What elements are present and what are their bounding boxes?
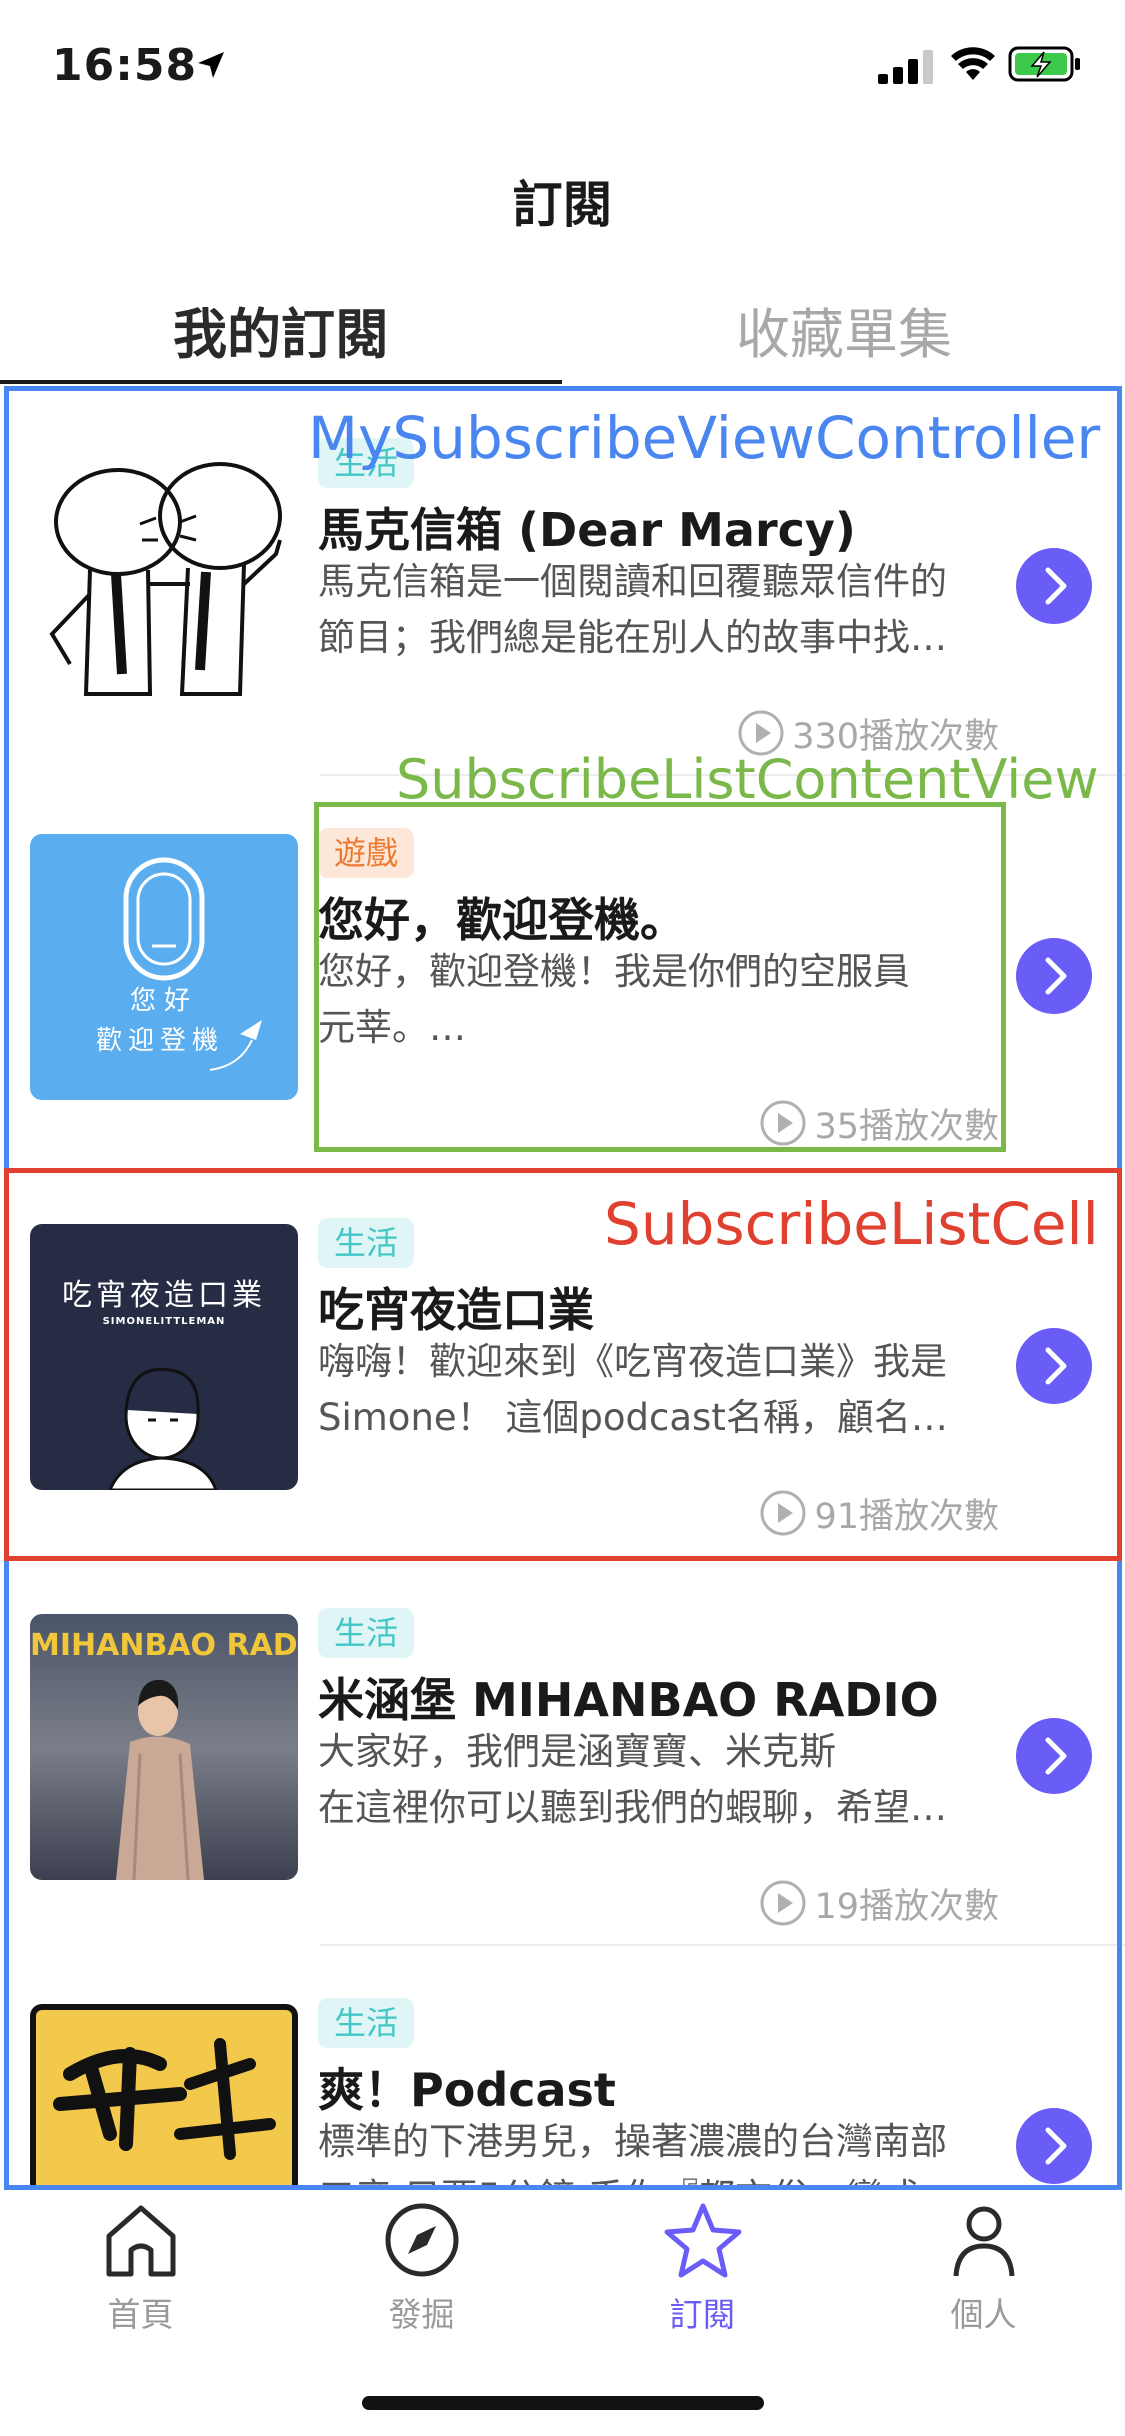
list-item[interactable]: MIHANBAO RADIO 生活 米涵堡 MIHANBAO RADIO 大家好…	[0, 1556, 1125, 1946]
podcast-title: 吃宵夜造口業	[318, 1283, 594, 1337]
category-badge: 生活	[318, 1218, 415, 1268]
cover-text: 歡迎登機	[95, 1026, 224, 1056]
tab-indicator	[0, 380, 562, 384]
category-badge: 遊戲	[318, 828, 415, 878]
play-count: 35播放次數	[758, 1098, 999, 1148]
description-line: Simone！ 這個podcast名稱，顧名…	[318, 1396, 948, 1439]
view-controller-label: MySubscribeViewController	[308, 404, 1101, 472]
tab-label: 發掘	[388, 2295, 455, 2334]
open-podcast-button[interactable]	[1016, 1718, 1092, 1794]
open-podcast-button[interactable]	[1016, 938, 1092, 1014]
podcast-cover: 吃宵夜造口業 SIMONELITTLEMAN	[30, 1224, 298, 1490]
play-icon	[760, 1880, 806, 1926]
podcast-cover	[30, 444, 298, 710]
status-bar: 16:58	[0, 0, 1125, 140]
description-line: 您好，歡迎登機！我是你們的空服員	[318, 950, 910, 993]
play-count: 91播放次數	[758, 1488, 999, 1538]
podcast-description: 您好，歡迎登機！我是你們的空服員 元莘。…	[318, 944, 990, 1056]
home-indicator	[362, 2396, 764, 2410]
open-podcast-button[interactable]	[1016, 548, 1092, 624]
content-view-label: SubscribeListContentView	[396, 748, 1099, 811]
category-badge: 生活	[318, 1998, 415, 2048]
description-line: 元莘。…	[318, 1006, 466, 1049]
home-icon	[106, 2205, 175, 2277]
podcast-title: 您好，歡迎登機。	[318, 893, 686, 947]
podcast-title: 爽！Podcast	[318, 2063, 616, 2117]
podcast-cover: 您好 歡迎登機	[30, 834, 298, 1100]
podcast-title: 米涵堡 MIHANBAO RADIO	[318, 1673, 939, 1727]
podcast-description: 標準的下港男兒，操著濃濃的台灣南部 口音 只要5分鐘 乎你『都市俗』變成	[318, 2114, 990, 2190]
compass-icon	[385, 2203, 458, 2277]
chevron-right-icon	[1045, 2127, 1067, 2165]
description-line: 節目；我們總是能在別人的故事中找…	[318, 616, 947, 659]
tab-label: 訂閱	[669, 2295, 736, 2334]
description-line: 在這裡你可以聽到我們的蝦聊，希望…	[318, 1786, 947, 1829]
podcast-title: 馬克信箱 (Dear Marcy)	[318, 503, 856, 557]
chevron-right-icon	[1045, 567, 1067, 605]
tab-label: 首頁	[107, 2295, 174, 2334]
play-icon	[760, 1100, 806, 1146]
list-cell-label: SubscribeListCell	[604, 1190, 1099, 1258]
location-arrow-icon	[198, 52, 224, 78]
open-podcast-button[interactable]	[1016, 2108, 1092, 2184]
description-line: 嗨嗨！歡迎來到《吃宵夜造口業》我是	[318, 1340, 947, 1383]
tab-my-subscriptions[interactable]: 我的訂閱	[0, 290, 562, 369]
play-count-text: 35播放次數	[814, 1106, 999, 1147]
person-icon	[953, 2206, 1014, 2277]
description-line: 標準的下港男兒，操著濃濃的台灣南部	[318, 2120, 947, 2163]
description-line: 大家好，我們是涵寶寶、米克斯	[318, 1730, 836, 1773]
play-count: 19播放次數	[758, 1878, 999, 1928]
chevron-right-icon	[1045, 1347, 1067, 1385]
category-badge: 生活	[318, 1608, 415, 1658]
wifi-icon	[951, 47, 995, 80]
play-count-text: 19播放次數	[814, 1886, 999, 1927]
tab-saved-episodes[interactable]: 收藏單集	[563, 290, 1125, 369]
battery-charging-icon	[1008, 46, 1080, 82]
description-line: 口音 只要5分鐘 乎你『都市俗』變成	[318, 2170, 990, 2190]
play-count-text: 91播放次數	[814, 1496, 999, 1537]
description-line: 馬克信箱是一個閱讀和回覆聽眾信件的	[318, 560, 947, 603]
tab-profile[interactable]: 個人	[843, 2200, 1124, 2360]
open-podcast-button[interactable]	[1016, 1328, 1092, 1404]
status-time: 16:58	[52, 40, 198, 91]
podcast-description: 嗨嗨！歡迎來到《吃宵夜造口業》我是 Simone！ 這個podcast名稱，顧名…	[318, 1334, 990, 1446]
chevron-right-icon	[1045, 1737, 1067, 1775]
tab-subscriptions[interactable]: 訂閱	[562, 2200, 843, 2360]
tab-label: 個人	[950, 2295, 1017, 2334]
tab-discover[interactable]: 發掘	[281, 2200, 562, 2360]
podcast-cover	[30, 2004, 298, 2190]
play-icon	[760, 1490, 806, 1536]
tab-home[interactable]: 首頁	[0, 2200, 281, 2360]
podcast-description: 馬克信箱是一個閱讀和回覆聽眾信件的 節目；我們總是能在別人的故事中找…	[318, 554, 990, 666]
podcast-description: 大家好，我們是涵寶寶、米克斯 在這裡你可以聽到我們的蝦聊，希望…	[318, 1724, 990, 1836]
page-title: 訂閱	[512, 176, 613, 234]
subscription-list[interactable]: 生活 馬克信箱 (Dear Marcy) 馬克信箱是一個閱讀和回覆聽眾信件的 節…	[0, 386, 1125, 2190]
cellular-signal-icon	[878, 50, 933, 84]
star-icon	[664, 2203, 741, 2278]
list-item[interactable]: 生活 爽！Podcast 標準的下港男兒，操著濃濃的台灣南部 口音 只要5分鐘 …	[0, 1946, 1125, 2190]
list-item[interactable]: 您好 歡迎登機 遊戲 您好，歡迎登機。 您好，歡迎登機！我是你們的空服員 元莘。…	[0, 776, 1125, 1166]
podcast-cover: MIHANBAO RADIO	[30, 1614, 298, 1880]
cover-text: 您好	[129, 986, 198, 1016]
chevron-right-icon	[1045, 957, 1067, 995]
